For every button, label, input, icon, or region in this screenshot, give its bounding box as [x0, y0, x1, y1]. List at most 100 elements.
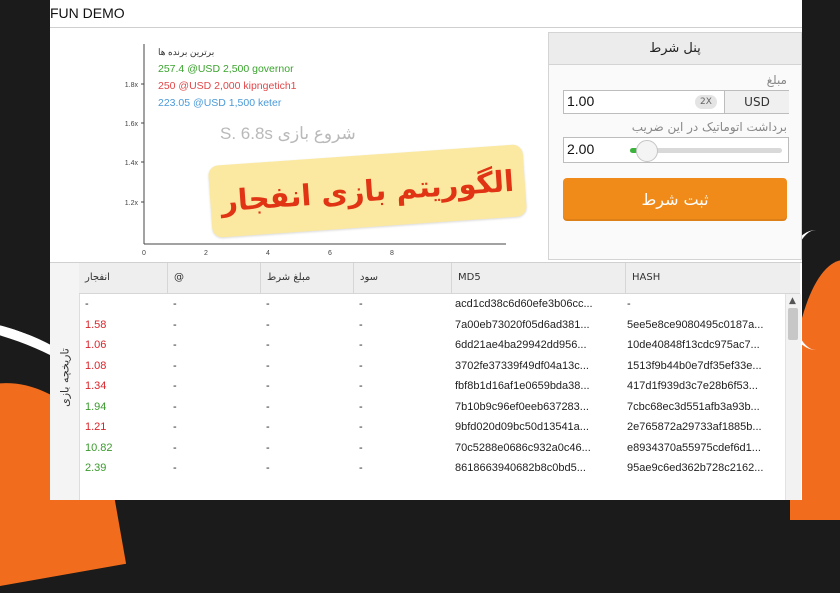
table-row[interactable]: 2.39 - - - 8618663940682b8c0bd5... 95ae9c6ed3…: [79, 459, 785, 480]
table-row[interactable]: 10.82 - - - 70c5288e0686c932a0c46... e8934370…: [79, 439, 785, 460]
auto-cashout-field[interactable]: 2.00: [563, 137, 789, 163]
cell-hash: 10de40848f13cdc975ac7...: [627, 339, 760, 351]
double-amount-button[interactable]: 2X: [695, 95, 717, 109]
history-header: انفجار @ مبلغ شرط سود MD5 HASH: [79, 263, 800, 294]
cell-bet: -: [266, 359, 270, 372]
column-header[interactable]: مبلغ شرط: [260, 263, 353, 293]
cell-crash: -: [85, 298, 89, 310]
game-window: FUN DEMO 1.8x 1.6x 1.4x 1.2x 0 2 4 6 8 برترین ب…: [50, 0, 802, 500]
x-tick-label: 6: [328, 250, 332, 257]
window-title: FUN DEMO: [50, 5, 125, 21]
cell-bet: -: [266, 421, 270, 433]
place-bet-button[interactable]: ثبت شرط: [563, 178, 787, 221]
cell-crash: 1.58: [85, 318, 107, 331]
cell-crash: 1.08: [85, 359, 107, 372]
cell-at: -: [173, 339, 177, 351]
table-row[interactable]: 1.21 - - - 9bfd020d09bc50d13541a... 2e765872a…: [79, 418, 785, 439]
cell-profit: -: [359, 421, 363, 433]
cell-hash: 417d1f939d3c7e28b6f53...: [627, 380, 758, 392]
winner-entry: 223.05 @USD 1,500 keter: [158, 97, 282, 109]
bet-panel: پنل شرط مبلغ 1.00 2X USD برداشت اتوماتیک…: [548, 32, 802, 260]
winner-entry: 257.4 @USD 2,500 governor: [158, 63, 294, 75]
x-tick-label: 4: [266, 250, 270, 257]
cell-profit: -: [359, 441, 363, 454]
cell-bet: -: [266, 298, 270, 310]
cell-hash: 2e765872a29733af1885b...: [627, 421, 762, 433]
cell-profit: -: [359, 359, 363, 372]
cell-hash: 95ae9c6ed362b728c2162...: [627, 462, 764, 474]
cell-profit: -: [359, 400, 363, 413]
y-tick-label: 1.4x: [125, 160, 139, 167]
cell-profit: -: [359, 462, 363, 474]
cell-bet: -: [266, 462, 270, 474]
cell-profit: -: [359, 380, 363, 392]
cell-md5: 9bfd020d09bc50d13541a...: [455, 421, 589, 433]
column-header[interactable]: سود: [353, 263, 451, 293]
cell-profit: -: [359, 298, 363, 310]
cell-at: -: [173, 298, 177, 310]
game-history: تاریخچه بازی انفجار @ مبلغ شرط سود MD5 H…: [50, 262, 802, 500]
table-row[interactable]: 1.94 - - - 7b10b9c96ef0eeb637283... 7cbc68ec3…: [79, 398, 785, 419]
cell-profit: -: [359, 318, 363, 331]
amount-field[interactable]: 1.00 2X USD: [563, 90, 789, 114]
cell-crash: 10.82: [85, 441, 113, 454]
history-side-label: تاریخچه بازی: [58, 348, 72, 407]
column-header[interactable]: MD5: [451, 263, 625, 293]
cell-bet: -: [266, 339, 270, 351]
cell-md5: 7a00eb73020f05d6ad381...: [455, 318, 590, 331]
top-winners-legend: برترین برنده ها 257.4 @USD 2,500 governo…: [158, 44, 297, 112]
y-tick-label: 1.2x: [125, 200, 139, 207]
table-row[interactable]: 1.58 - - - 7a00eb73020f05d6ad381... 5ee5e8ce9…: [79, 316, 785, 337]
cell-crash: 1.06: [85, 339, 107, 351]
scroll-thumb[interactable]: [788, 308, 798, 340]
winner-entry: 250 @USD 2,000 kipngetich1: [158, 80, 297, 92]
cell-md5: 6dd21ae4ba29942dd956...: [455, 339, 587, 351]
cell-at: -: [173, 400, 177, 413]
cell-at: -: [173, 441, 177, 454]
x-tick-label: 0: [142, 250, 146, 257]
cell-profit: -: [359, 339, 363, 351]
cell-at: -: [173, 380, 177, 392]
amount-label: مبلغ: [766, 73, 787, 87]
cell-at: -: [173, 462, 177, 474]
auto-cashout-value[interactable]: 2.00: [567, 141, 594, 157]
table-row[interactable]: 1.34 - - - fbf8b1d16af1e0659bda38... 417d1f93…: [79, 377, 785, 398]
cell-at: -: [173, 421, 177, 433]
cell-bet: -: [266, 318, 270, 331]
column-header[interactable]: HASH: [625, 263, 800, 293]
auto-cashout-label: برداشت اتوماتیک در این ضریب: [631, 120, 787, 134]
cell-hash: -: [627, 298, 631, 310]
y-tick-label: 1.6x: [125, 121, 139, 128]
cell-crash: 1.21: [85, 421, 107, 433]
history-side-tab[interactable]: تاریخچه بازی: [50, 263, 80, 500]
cell-hash: 1513f9b44b0e7df35ef33e...: [627, 359, 762, 372]
auto-cashout-slider-handle[interactable]: [635, 140, 658, 162]
amount-value[interactable]: 1.00: [567, 93, 594, 109]
history-scrollbar[interactable]: ▲: [785, 294, 801, 500]
cell-md5: 8618663940682b8c0bd5...: [455, 462, 586, 474]
cell-hash: e8934370a55975cdef6d1...: [627, 441, 761, 454]
x-tick-label: 2: [204, 250, 208, 257]
cell-hash: 5ee5e8ce9080495c0187a...: [627, 318, 764, 331]
cell-at: -: [173, 359, 177, 372]
scroll-up-icon[interactable]: ▲: [789, 296, 796, 306]
history-body: - - - - acd1cd38c6d60efe3b06cc... - 1.58 - - - 7a0…: [79, 294, 785, 500]
cell-crash: 1.94: [85, 400, 107, 413]
table-row[interactable]: 1.06 - - - 6dd21ae4ba29942dd956... 10de40848f…: [79, 336, 785, 357]
table-row[interactable]: 1.08 - - - 3702fe37339f49df04a13c... 1513f9b4…: [79, 357, 785, 378]
y-tick-label: 1.8x: [125, 82, 139, 89]
bet-panel-title: پنل شرط: [549, 33, 801, 65]
cell-at: -: [173, 318, 177, 331]
title-bar: FUN DEMO: [50, 0, 802, 28]
cell-crash: 1.34: [85, 380, 107, 392]
cell-md5: 7b10b9c96ef0eeb637283...: [455, 400, 589, 413]
cell-md5: acd1cd38c6d60efe3b06cc...: [455, 298, 593, 310]
currency-select[interactable]: USD: [724, 91, 789, 113]
cell-crash: 2.39: [85, 462, 107, 474]
column-header[interactable]: انفجار: [79, 263, 167, 293]
column-header[interactable]: @: [167, 263, 260, 293]
cell-hash: 7cbc68ec3d551afb3a93b...: [627, 400, 760, 413]
x-tick-label: 8: [390, 250, 394, 257]
top-winners-title: برترین برنده ها: [158, 47, 215, 57]
table-row[interactable]: - - - - acd1cd38c6d60efe3b06cc... -: [79, 295, 785, 316]
